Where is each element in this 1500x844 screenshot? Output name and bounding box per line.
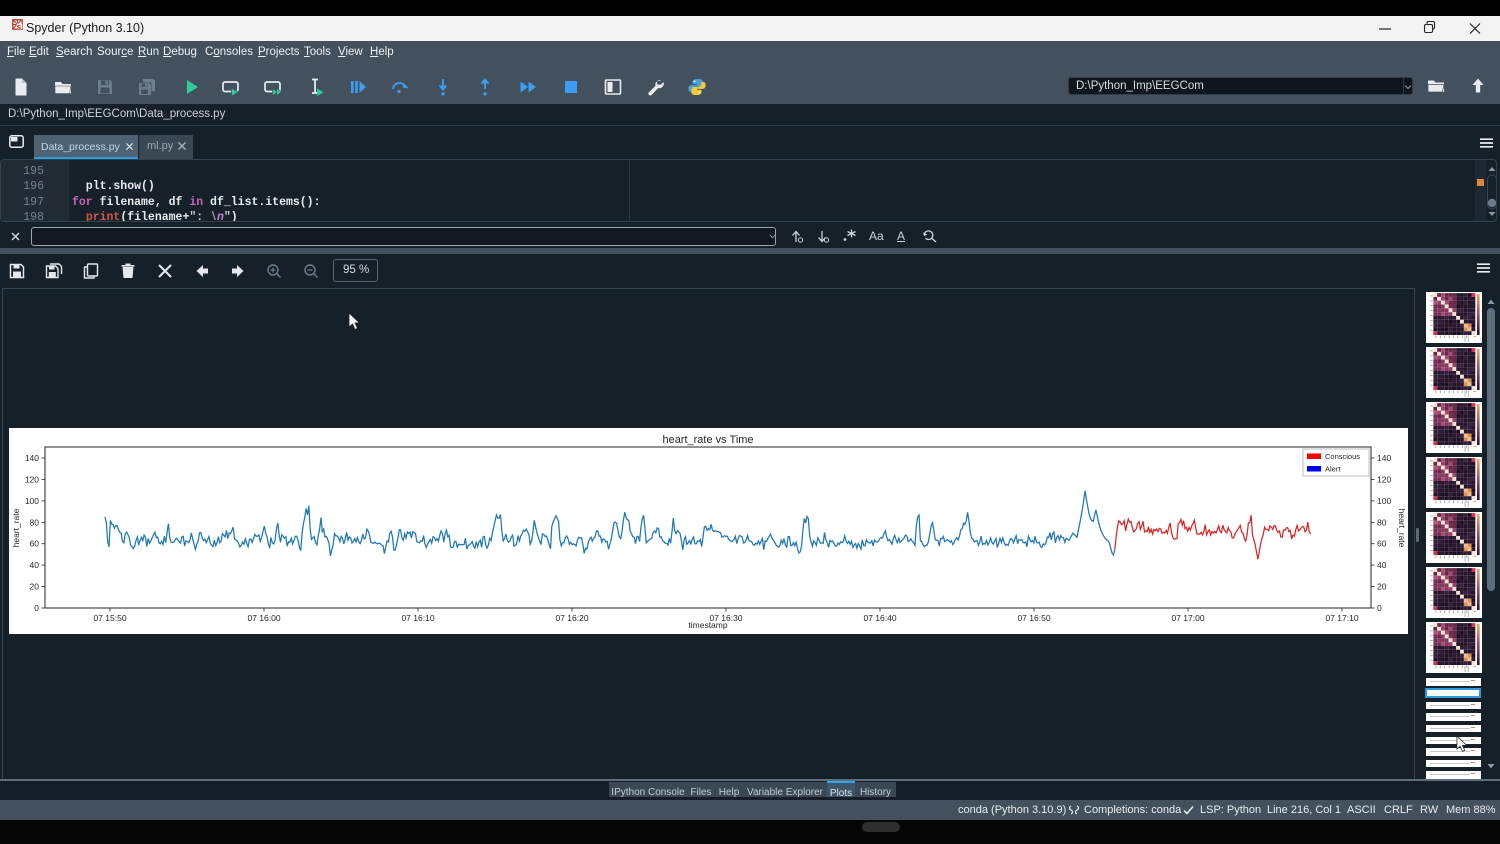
svg-text:Alert: Alert bbox=[1325, 465, 1341, 474]
svg-text:s: s bbox=[17, 23, 22, 30]
svg-text:heart_rate vs Time: heart_rate vs Time bbox=[662, 434, 753, 446]
svg-text:07 17:00: 07 17:00 bbox=[1171, 613, 1204, 623]
svg-text:60: 60 bbox=[30, 539, 40, 549]
svg-text:60: 60 bbox=[1377, 539, 1387, 549]
svg-text:100: 100 bbox=[25, 496, 39, 506]
svg-text:07 15:50: 07 15:50 bbox=[93, 613, 126, 623]
svg-text:140: 140 bbox=[1377, 453, 1391, 463]
svg-text:07 16:40: 07 16:40 bbox=[863, 613, 896, 623]
svg-text:07 16:00: 07 16:00 bbox=[247, 613, 280, 623]
svg-text:40: 40 bbox=[30, 560, 40, 570]
svg-text:07 17:10: 07 17:10 bbox=[1325, 613, 1358, 623]
svg-text:80: 80 bbox=[30, 517, 40, 527]
svg-text:140: 140 bbox=[25, 453, 39, 463]
svg-text:20: 20 bbox=[1377, 582, 1387, 592]
svg-text:heart_rate: heart_rate bbox=[11, 508, 21, 547]
svg-text:heart_rate: heart_rate bbox=[1397, 509, 1407, 548]
svg-text:07 16:50: 07 16:50 bbox=[1017, 613, 1050, 623]
svg-text:120: 120 bbox=[25, 474, 39, 484]
svg-text:20: 20 bbox=[30, 582, 40, 592]
svg-text:07 16:20: 07 16:20 bbox=[555, 613, 588, 623]
svg-text:0: 0 bbox=[1377, 603, 1382, 613]
svg-text:07 16:10: 07 16:10 bbox=[401, 613, 434, 623]
svg-text:0: 0 bbox=[34, 603, 39, 613]
svg-text:100: 100 bbox=[1377, 496, 1391, 506]
svg-text:timestamp: timestamp bbox=[688, 620, 727, 630]
svg-text:Conscious: Conscious bbox=[1325, 452, 1360, 461]
svg-text:120: 120 bbox=[1377, 474, 1391, 484]
svg-text:80: 80 bbox=[1377, 517, 1387, 527]
svg-text:40: 40 bbox=[1377, 560, 1387, 570]
